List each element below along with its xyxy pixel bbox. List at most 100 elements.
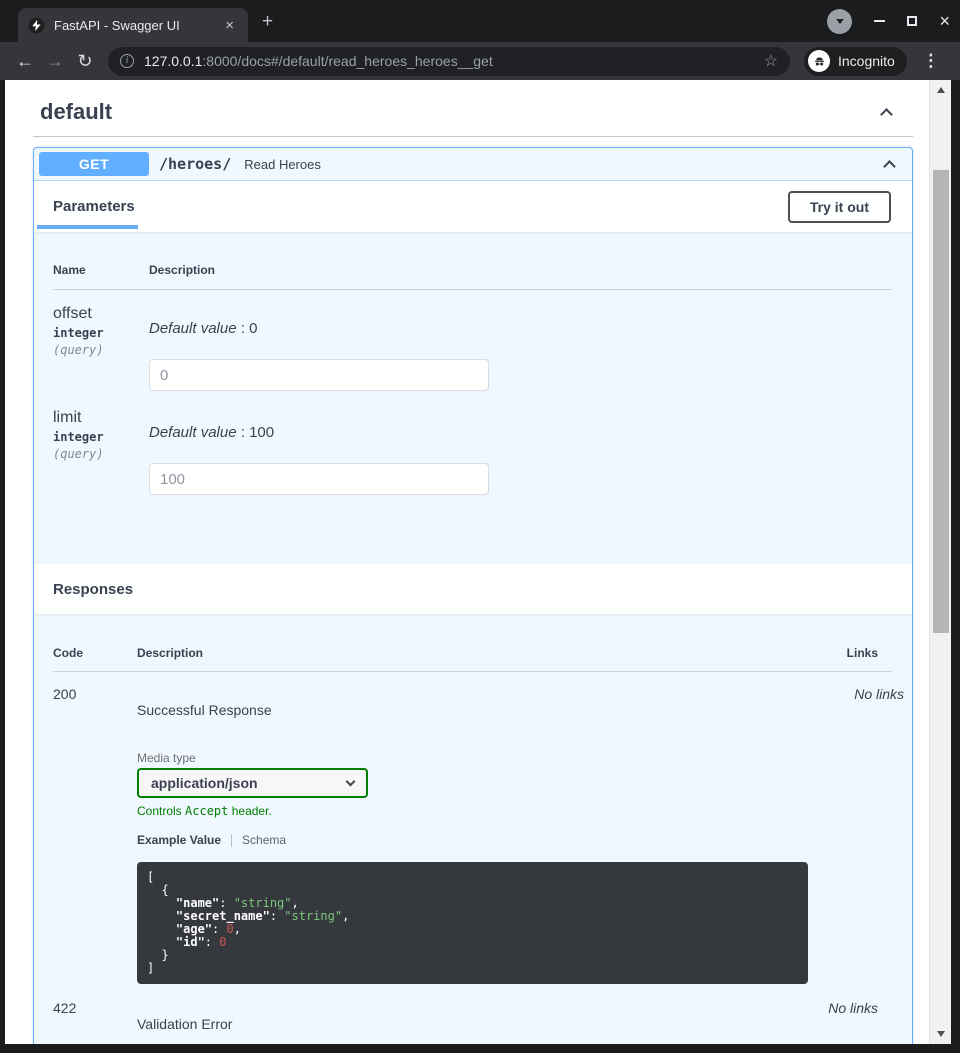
tab-parameters[interactable]: Parameters [53, 198, 135, 215]
column-header-name: Name [53, 263, 149, 277]
bookmark-star-icon[interactable]: ☆ [764, 51, 778, 71]
page-scrollbar[interactable] [929, 80, 951, 1044]
default-value: 100 [249, 424, 274, 441]
example-json-block[interactable]: [ { "name": "string", "secret_name": "st… [137, 862, 808, 984]
new-tab-icon[interactable]: + [262, 12, 273, 31]
default-value-separator: : [237, 320, 250, 337]
window-controls: × [827, 0, 950, 42]
incognito-badge: Incognito [804, 47, 907, 76]
offset-input[interactable] [149, 359, 489, 391]
limit-input[interactable] [149, 463, 489, 495]
forward-icon[interactable]: → [40, 51, 70, 72]
back-icon[interactable]: ← [10, 51, 40, 72]
default-value-separator: : [237, 424, 250, 441]
scrollbar-thumb[interactable] [933, 170, 949, 633]
chevron-up-icon[interactable] [880, 108, 893, 121]
tab-example-value[interactable]: Example Value [137, 833, 221, 847]
code-line: } [147, 949, 796, 962]
accept-note-suffix: header. [228, 804, 271, 818]
accept-header-note: Controls Accept header. [137, 804, 808, 818]
title-bar: FastAPI - Swagger UI × + × [0, 0, 960, 42]
code-line: ] [147, 962, 796, 975]
chevron-up-icon[interactable] [883, 160, 896, 173]
parameters-table: Name Description offset integer (query) … [34, 232, 912, 564]
parameter-default: Default value : 0 [149, 320, 892, 338]
parameter-name-cell: limit integer (query) [53, 408, 149, 495]
browser-window: { "browser": { "tab_title": "FastAPI - S… [0, 0, 960, 1053]
parameter-description-cell: Default value : 0 [149, 304, 892, 391]
parameter-row: limit integer (query) Default value : 10… [53, 408, 892, 495]
chevron-down-icon [346, 776, 356, 786]
tag-title: default [40, 99, 112, 125]
parameter-name-cell: offset integer (query) [53, 304, 149, 391]
site-info-icon[interactable]: i [120, 54, 134, 68]
column-header-description: Description [137, 646, 782, 660]
parameter-type: integer [53, 326, 149, 340]
response-description: Successful Response [137, 702, 808, 718]
chevron-down-icon [836, 19, 844, 24]
responses-table-head: Code Description Links [53, 614, 892, 672]
reload-icon[interactable]: ↻ [70, 51, 100, 72]
swagger-page: default GET /heroes/ Read Heroes Paramet… [5, 80, 929, 1044]
incognito-label: Incognito [838, 53, 895, 69]
code-line: "age": 0, [147, 923, 796, 936]
accept-note-prefix: Controls [137, 804, 185, 818]
response-row-422: 422 Validation Error No links [53, 1000, 892, 1032]
incognito-icon [808, 50, 830, 72]
responses-header: Responses [34, 564, 912, 614]
window-maximize-icon[interactable] [907, 16, 917, 26]
default-value: 0 [249, 320, 257, 337]
default-value-label: Default value [149, 424, 237, 441]
default-value-label: Default value [149, 320, 237, 337]
media-type-block: Media type application/json Controls Acc… [137, 751, 808, 818]
tab-search-icon[interactable] [827, 9, 852, 34]
browser-tab[interactable]: FastAPI - Swagger UI × [18, 8, 248, 42]
code-line: [ [147, 871, 796, 884]
url-path: :8000/docs#/default/read_heroes_heroes__… [202, 53, 492, 69]
parameter-description-cell: Default value : 100 [149, 408, 892, 495]
active-tab-underline [37, 225, 138, 229]
parameter-location: (query) [53, 343, 149, 357]
tab-divider [231, 834, 232, 847]
media-type-label: Media type [137, 751, 808, 765]
media-type-select[interactable]: application/json [137, 768, 368, 798]
parameters-table-head: Name Description [53, 232, 892, 290]
response-row-200: 200 Successful Response Media type appli… [53, 686, 892, 984]
window-minimize-icon[interactable] [874, 20, 885, 22]
scroll-up-icon[interactable] [937, 87, 945, 93]
tag-section-header[interactable]: default [40, 95, 913, 129]
try-it-out-button[interactable]: Try it out [788, 191, 891, 223]
scroll-down-icon[interactable] [937, 1031, 945, 1037]
parameter-type: integer [53, 430, 149, 444]
parameter-row: offset integer (query) Default value : 0 [53, 304, 892, 391]
url-text[interactable]: 127.0.0.1:8000/docs#/default/read_heroes… [144, 53, 756, 69]
response-links: No links [808, 686, 913, 984]
code-line: "secret_name": "string", [147, 910, 796, 923]
divider [33, 136, 913, 137]
fastapi-logo-icon [28, 17, 45, 34]
tab-schema[interactable]: Schema [242, 833, 286, 847]
response-code: 422 [53, 1000, 137, 1032]
media-type-value: application/json [151, 775, 347, 791]
parameter-name: offset [53, 304, 149, 323]
url-host: 127.0.0.1 [144, 53, 202, 69]
operation-block: GET /heroes/ Read Heroes Parameters Try … [33, 147, 913, 1044]
response-description: Validation Error [137, 1016, 782, 1032]
method-badge: GET [39, 152, 149, 176]
operation-summary-text: Read Heroes [244, 157, 885, 172]
menu-dots-icon[interactable]: ⋮ [919, 51, 943, 71]
response-description-cell: Validation Error [137, 1000, 782, 1032]
column-header-code: Code [53, 646, 137, 660]
address-bar[interactable]: i 127.0.0.1:8000/docs#/default/read_hero… [108, 47, 790, 76]
tab-title: FastAPI - Swagger UI [54, 18, 221, 33]
page-viewport: default GET /heroes/ Read Heroes Paramet… [5, 80, 951, 1044]
window-close-icon[interactable]: × [939, 13, 950, 29]
response-description-cell: Successful Response Media type applicati… [137, 686, 808, 984]
code-line: "id": 0 [147, 936, 796, 949]
parameter-location: (query) [53, 447, 149, 461]
parameter-default: Default value : 100 [149, 424, 892, 442]
tab-close-icon[interactable]: × [221, 16, 238, 35]
browser-toolbar: ← → ↻ i 127.0.0.1:8000/docs#/default/rea… [0, 42, 960, 80]
operation-summary[interactable]: GET /heroes/ Read Heroes [34, 148, 912, 181]
responses-table: Code Description Links 200 Successful Re… [34, 614, 912, 1044]
